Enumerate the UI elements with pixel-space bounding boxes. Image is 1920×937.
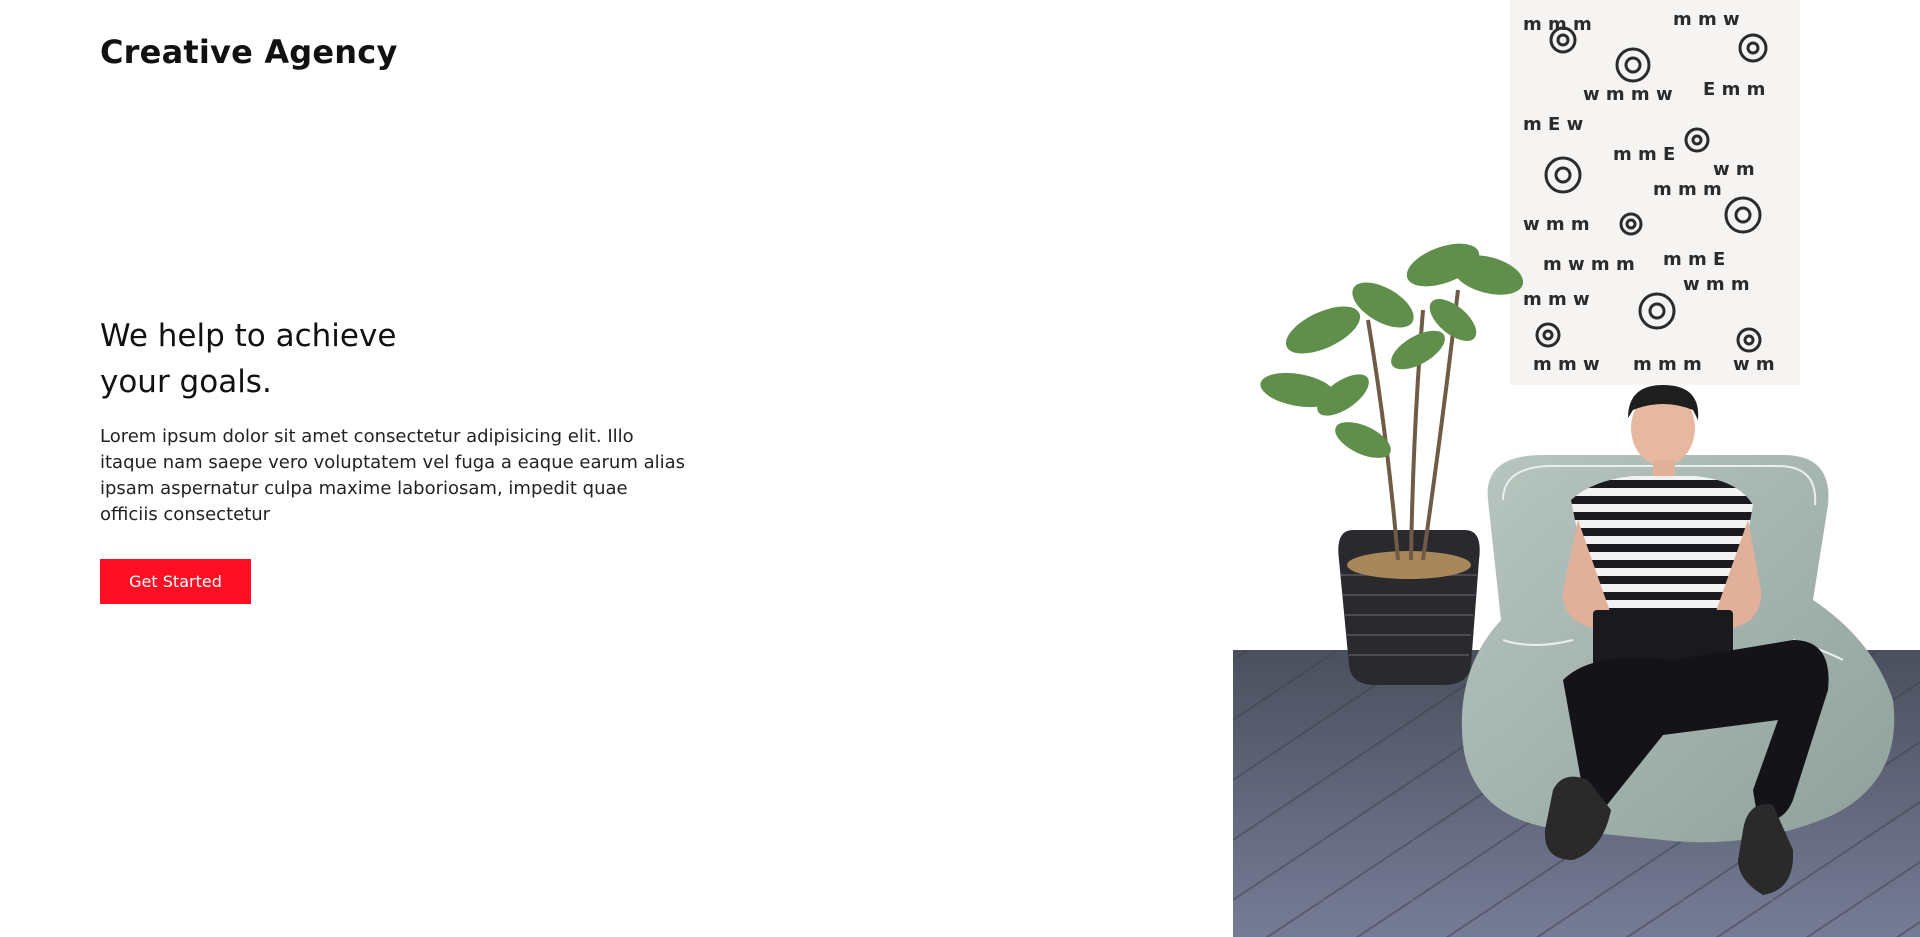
svg-text:w m: w m	[1713, 159, 1755, 180]
landing-page: Creative Agency We help to achieve your …	[0, 0, 1920, 937]
svg-text:E m m: E m m	[1703, 79, 1765, 100]
svg-text:w m m: w m m	[1683, 274, 1750, 295]
hero-title-line-1: We help to achieve	[100, 318, 397, 354]
svg-text:m m E: m m E	[1663, 249, 1725, 270]
plant-basket	[1338, 530, 1480, 685]
man-with-laptop-illustration: m m m m m w w m m w E m m m E w m m E w …	[1233, 0, 1920, 937]
svg-text:m m m: m m m	[1653, 179, 1722, 200]
brand-logo[interactable]: Creative Agency	[100, 33, 398, 71]
hero-title: We help to achieve your goals.	[100, 313, 520, 405]
svg-text:m w m m: m w m m	[1543, 254, 1635, 275]
svg-text:m m w: m m w	[1673, 9, 1740, 30]
svg-text:m m E: m m E	[1613, 144, 1675, 165]
wall-tapestry: m m m m m w w m m w E m m m E w m m E w …	[1510, 0, 1800, 385]
get-started-button[interactable]: Get Started	[100, 559, 251, 604]
svg-text:m m m: m m m	[1633, 354, 1702, 375]
hero-title-line-2: your goals.	[100, 364, 272, 400]
hero-image: m m m m m w w m m w E m m m E w m m E w …	[1233, 0, 1920, 937]
svg-text:w m m: w m m	[1523, 214, 1590, 235]
svg-text:m m m: m m m	[1523, 14, 1592, 35]
svg-text:w m: w m	[1733, 354, 1775, 375]
svg-text:m E w: m E w	[1523, 114, 1583, 135]
svg-text:w m m w: w m m w	[1583, 84, 1673, 105]
svg-text:m m w: m m w	[1533, 354, 1600, 375]
svg-text:m m w: m m w	[1523, 289, 1590, 310]
hero-description: Lorem ipsum dolor sit amet consectetur a…	[100, 426, 686, 525]
